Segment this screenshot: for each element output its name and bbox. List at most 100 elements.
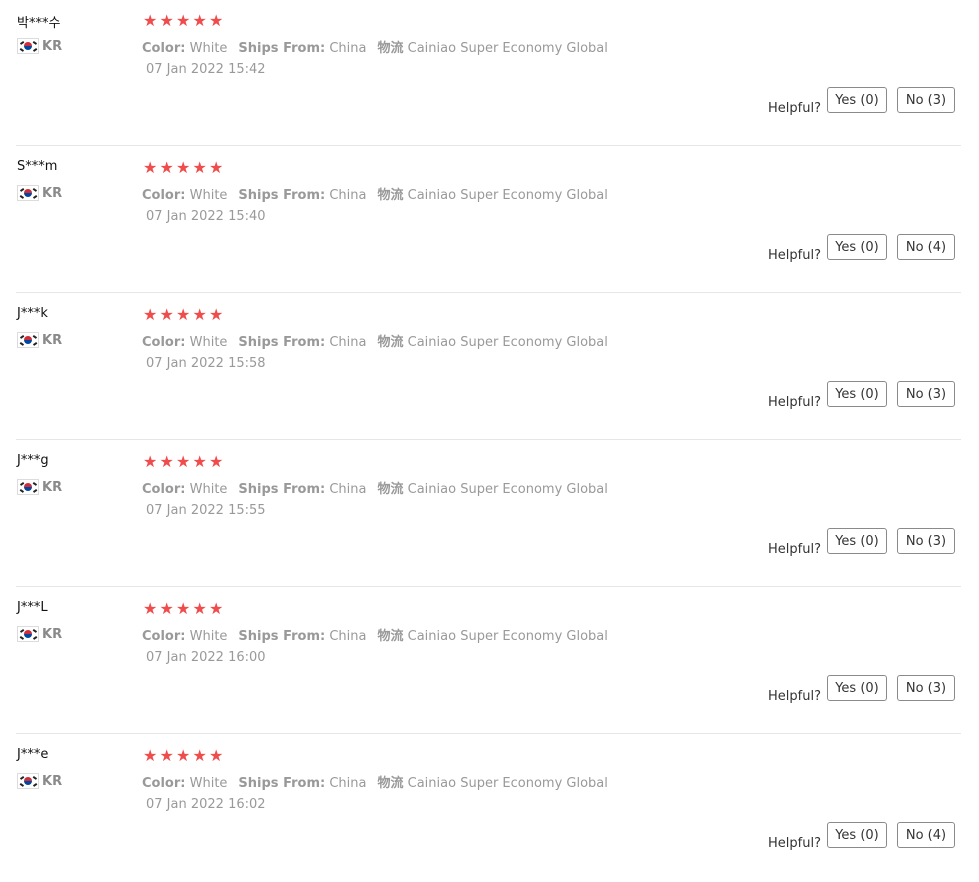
- helpful-no-button[interactable]: No (3): [897, 87, 955, 113]
- star-icon: ★: [159, 305, 174, 324]
- review-divider: [16, 733, 961, 734]
- review-item: J***g KR ★ ★ ★ ★ ★ Color: White Ships From: C…: [0, 441, 979, 588]
- ships-from-key: Ships From:: [238, 335, 326, 350]
- helpful-yes-button[interactable]: Yes (0): [827, 822, 887, 848]
- country-code: KR: [42, 185, 63, 201]
- color-key: Color:: [142, 776, 186, 791]
- color-value: White: [189, 776, 228, 791]
- reviewer-name: J***g: [17, 453, 49, 468]
- logistics-value: Cainiao Super Economy Global: [407, 629, 608, 644]
- star-icon: ★: [143, 452, 158, 471]
- review-item: J***L KR ★ ★ ★ ★ ★ Color: White Ships From: C…: [0, 588, 979, 735]
- review-attributes: Color: White Ships From: China 物流 Cainiao …: [142, 184, 608, 203]
- kr-flag-icon: [17, 38, 39, 54]
- helpful-label: Helpful?: [768, 689, 821, 704]
- review-divider: [16, 586, 961, 587]
- country-code: KR: [42, 38, 63, 54]
- ships-from-value: China: [329, 776, 367, 791]
- kr-flag-icon: [17, 185, 39, 201]
- helpful-no-button[interactable]: No (3): [897, 675, 955, 701]
- review-item: J***k KR ★ ★ ★ ★ ★ Color: White Ships From: C…: [0, 294, 979, 441]
- country-code: KR: [42, 773, 63, 789]
- logistics-key: 物流: [377, 776, 404, 791]
- star-icon: ★: [143, 599, 158, 618]
- reviewer-name: S***m: [17, 159, 58, 174]
- star-icon: ★: [143, 11, 158, 30]
- review-date: 07 Jan 2022 15:58: [146, 356, 266, 371]
- reviewer-name: J***k: [17, 306, 48, 321]
- ships-from-value: China: [329, 41, 367, 56]
- color-value: White: [189, 482, 228, 497]
- star-rating: ★ ★ ★ ★ ★: [143, 12, 225, 30]
- helpful-no-button[interactable]: No (3): [897, 528, 955, 554]
- helpful-yes-button[interactable]: Yes (0): [827, 675, 887, 701]
- review-item: J***e KR ★ ★ ★ ★ ★ Color: White Ships From: C…: [0, 735, 979, 882]
- color-key: Color:: [142, 629, 186, 644]
- star-icon: ★: [192, 158, 207, 177]
- helpful-yes-button[interactable]: Yes (0): [827, 381, 887, 407]
- helpful-no-button[interactable]: No (4): [897, 822, 955, 848]
- star-icon: ★: [176, 305, 191, 324]
- helpful-no-button[interactable]: No (4): [897, 234, 955, 260]
- star-icon: ★: [192, 11, 207, 30]
- kr-flag-icon: [17, 773, 39, 789]
- logistics-key: 物流: [377, 482, 404, 497]
- helpful-yes-button[interactable]: Yes (0): [827, 87, 887, 113]
- country-code: KR: [42, 479, 63, 495]
- reviewer-country: KR: [17, 773, 62, 789]
- star-icon: ★: [209, 599, 224, 618]
- kr-flag-icon: [17, 332, 39, 348]
- color-value: White: [189, 41, 228, 56]
- logistics-key: 物流: [377, 41, 404, 56]
- review-divider: [16, 439, 961, 440]
- star-icon: ★: [192, 599, 207, 618]
- ships-from-value: China: [329, 482, 367, 497]
- reviewer-name: J***L: [17, 600, 48, 615]
- star-icon: ★: [159, 599, 174, 618]
- star-rating: ★ ★ ★ ★ ★: [143, 159, 225, 177]
- review-date: 07 Jan 2022 15:40: [146, 209, 266, 224]
- ships-from-key: Ships From:: [238, 41, 326, 56]
- reviewer-country: KR: [17, 38, 62, 54]
- ships-from-key: Ships From:: [238, 629, 326, 644]
- logistics-key: 物流: [377, 335, 404, 350]
- ships-from-value: China: [329, 335, 367, 350]
- reviewer-name: J***e: [17, 747, 49, 762]
- logistics-value: Cainiao Super Economy Global: [407, 41, 608, 56]
- ships-from-key: Ships From:: [238, 776, 326, 791]
- color-value: White: [189, 335, 228, 350]
- review-attributes: Color: White Ships From: China 物流 Cainiao …: [142, 478, 608, 497]
- logistics-value: Cainiao Super Economy Global: [407, 482, 608, 497]
- logistics-key: 物流: [377, 188, 404, 203]
- reviewer-country: KR: [17, 479, 62, 495]
- helpful-yes-button[interactable]: Yes (0): [827, 528, 887, 554]
- star-icon: ★: [159, 452, 174, 471]
- star-rating: ★ ★ ★ ★ ★: [143, 453, 225, 471]
- star-icon: ★: [209, 11, 224, 30]
- helpful-label: Helpful?: [768, 836, 821, 851]
- helpful-label: Helpful?: [768, 101, 821, 116]
- country-code: KR: [42, 332, 63, 348]
- color-value: White: [189, 629, 228, 644]
- reviewer-country: KR: [17, 626, 62, 642]
- ships-from-key: Ships From:: [238, 188, 326, 203]
- star-icon: ★: [143, 746, 158, 765]
- country-code: KR: [42, 626, 63, 642]
- review-attributes: Color: White Ships From: China 物流 Cainiao …: [142, 625, 608, 644]
- review-date: 07 Jan 2022 16:00: [146, 650, 266, 665]
- reviewer-country: KR: [17, 332, 62, 348]
- color-value: White: [189, 188, 228, 203]
- star-rating: ★ ★ ★ ★ ★: [143, 306, 225, 324]
- star-icon: ★: [176, 746, 191, 765]
- star-icon: ★: [192, 305, 207, 324]
- color-key: Color:: [142, 188, 186, 203]
- ships-from-value: China: [329, 629, 367, 644]
- star-rating: ★ ★ ★ ★ ★: [143, 747, 225, 765]
- review-date: 07 Jan 2022 15:42: [146, 62, 266, 77]
- review-date: 07 Jan 2022 16:02: [146, 797, 266, 812]
- helpful-yes-button[interactable]: Yes (0): [827, 234, 887, 260]
- helpful-label: Helpful?: [768, 248, 821, 263]
- color-key: Color:: [142, 482, 186, 497]
- star-icon: ★: [192, 452, 207, 471]
- helpful-no-button[interactable]: No (3): [897, 381, 955, 407]
